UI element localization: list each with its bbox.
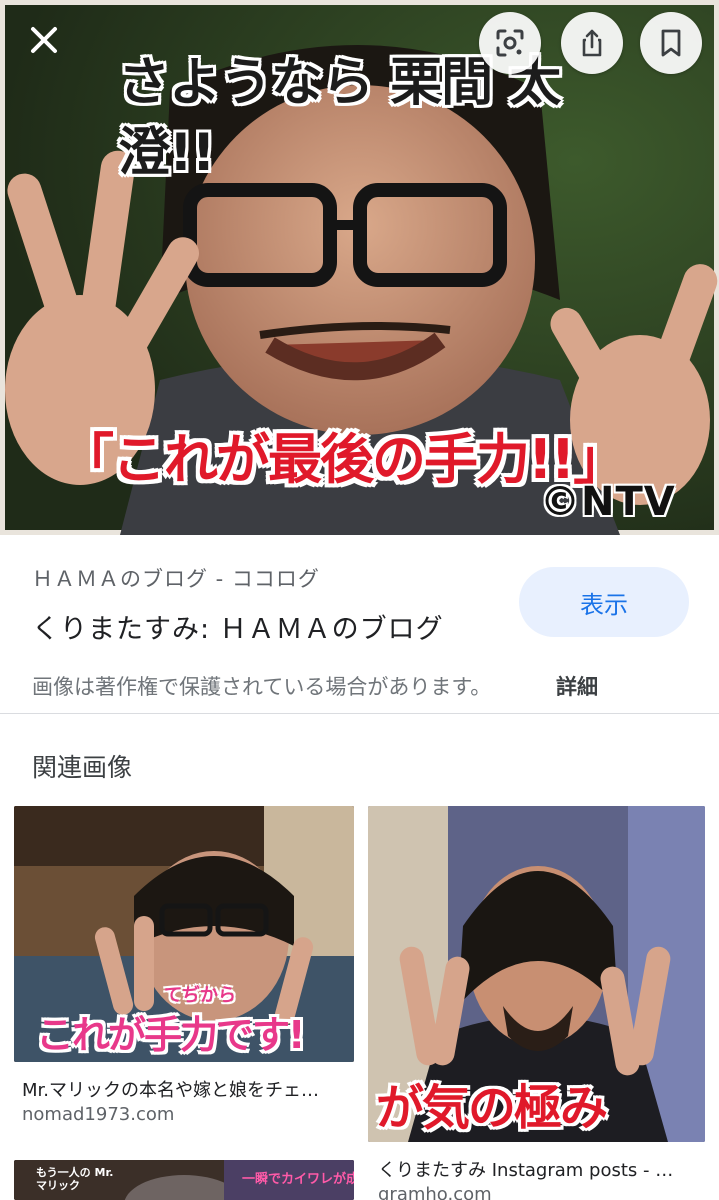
source-title[interactable]: くりまたすみ: ＨＡＭＡのブログ: [32, 607, 444, 646]
source-site[interactable]: ＨＡＭＡのブログ - ココログ: [32, 563, 320, 593]
related-thumbnail-caption-small: もう一人の Mr.マリック: [36, 1166, 114, 1192]
related-thumbnail[interactable]: もう一人の Mr.マリック 一瞬でカイワレが成長: [14, 1160, 354, 1200]
related-thumbnail-caption: これが手力です!: [36, 1013, 305, 1057]
related-thumbnail-caption-extra: 一瞬でカイワレが成長: [242, 1172, 354, 1187]
main-image-watermark: ©NTV: [540, 479, 676, 525]
related-card[interactable]: てぢから これが手力です! Mr.マリックの本名や嫁と娘をチェ… nomad19…: [14, 806, 354, 1136]
close-button[interactable]: [16, 12, 72, 68]
related-site: nomad1973.com: [22, 1104, 175, 1125]
bookmark-button[interactable]: [640, 12, 702, 74]
related-title[interactable]: Mr.マリックの本名や嫁と娘をチェ…: [22, 1076, 352, 1102]
related-title[interactable]: くりまたすみ Instagram posts - …: [378, 1156, 703, 1182]
divider: [0, 713, 719, 714]
lens-button[interactable]: [479, 12, 541, 74]
main-image[interactable]: さようなら 栗間 太澄!! 「これが最後の手力!!」 ©NTV: [0, 0, 719, 535]
related-card[interactable]: が気の極み くりまたすみ Instagram posts - … gramho.…: [368, 806, 705, 1200]
related-thumbnail-caption: が気の極み: [376, 1080, 608, 1136]
related-thumbnail[interactable]: てぢから これが手力です!: [14, 806, 354, 1062]
share-button[interactable]: [561, 12, 623, 74]
source-info: ＨＡＭＡのブログ - ココログ くりまたすみ: ＨＡＭＡのブログ 表示 画像は著…: [0, 535, 719, 715]
related-site: gramho.com: [378, 1184, 492, 1200]
copyright-notice: 画像は著作権で保護されている場合があります。: [32, 675, 492, 699]
related-card[interactable]: もう一人の Mr.マリック 一瞬でカイワレが成長: [14, 1160, 354, 1200]
lens-icon: [496, 29, 524, 57]
bookmark-icon: [661, 29, 681, 57]
share-icon: [582, 29, 602, 57]
related-images-heading: 関連画像: [32, 753, 133, 782]
details-link[interactable]: 詳細: [556, 671, 598, 701]
related-thumbnail[interactable]: が気の極み: [368, 806, 705, 1142]
close-icon: [31, 27, 57, 53]
view-button[interactable]: 表示: [519, 567, 689, 637]
